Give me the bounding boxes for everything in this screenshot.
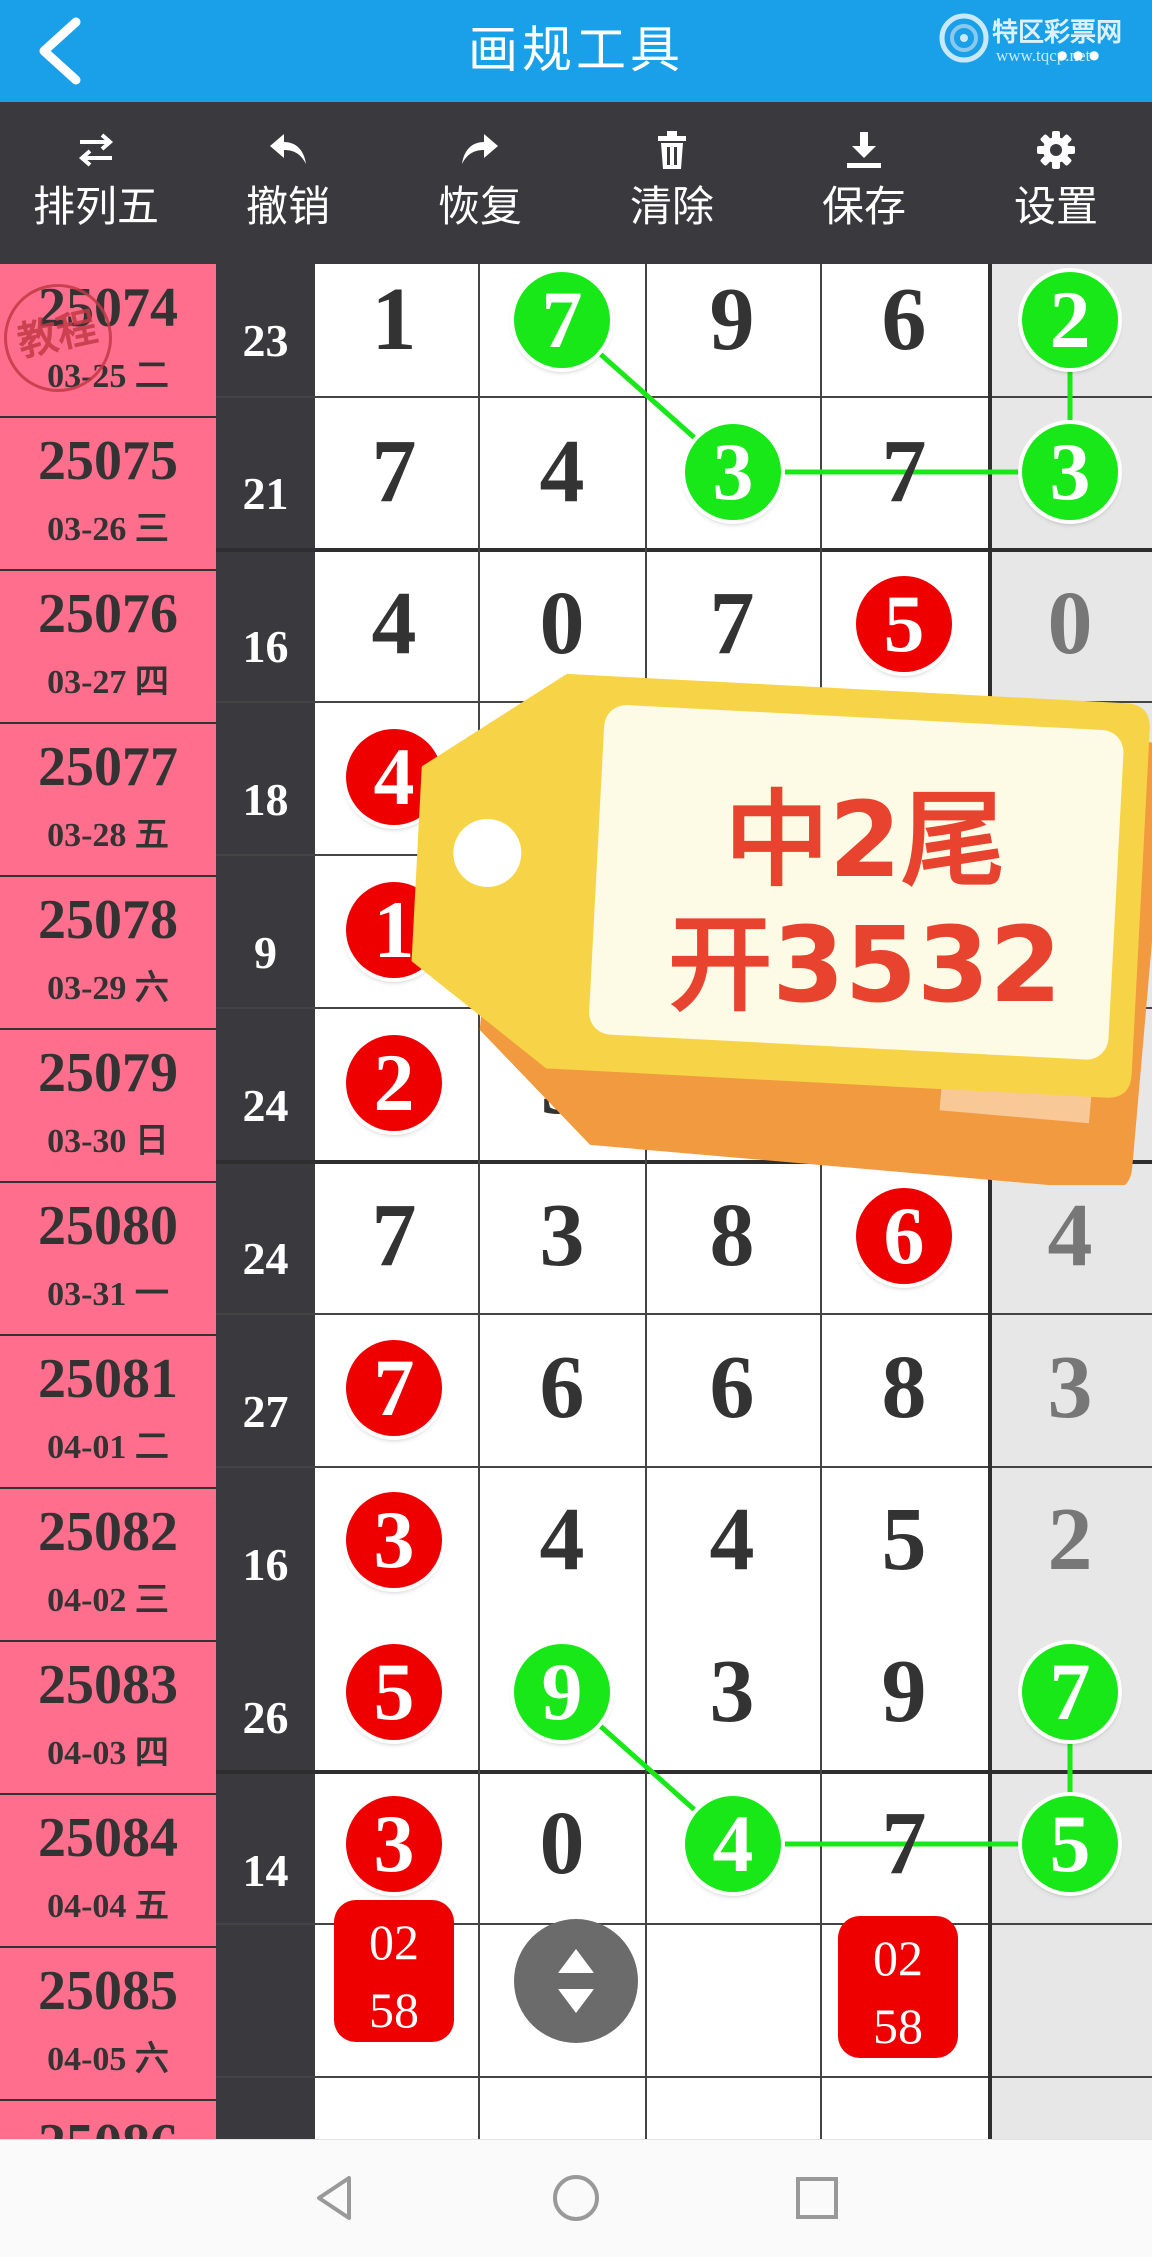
digit-cell[interactable]: 8	[844, 1328, 964, 1448]
digit-cell[interactable]: 3	[672, 1632, 792, 1752]
red-ball[interactable]: 6	[856, 1188, 952, 1284]
more-menu-icon[interactable]: •••	[1056, 39, 1104, 73]
digit-cell[interactable]: 1	[334, 264, 454, 380]
toolbar-label: 排列五	[32, 183, 159, 230]
clear-button[interactable]: 清除	[576, 102, 768, 264]
undo-button[interactable]: 撤销	[192, 102, 384, 264]
toolbar-lottery-type-button[interactable]: 排列五	[0, 102, 192, 264]
digit-cell[interactable]: 6	[502, 1328, 622, 1448]
redo-icon	[462, 134, 498, 164]
digit-cell[interactable]: 9	[672, 264, 792, 380]
digit-cell[interactable]: 7	[844, 1784, 964, 1904]
redo-button[interactable]: 恢复	[384, 102, 576, 264]
gear-icon	[1037, 131, 1075, 169]
green-ball[interactable]: 4	[685, 1796, 781, 1892]
toolbar-label: 保存	[821, 183, 906, 230]
trash-icon	[658, 131, 686, 169]
toolbar-label: 恢复	[437, 183, 522, 230]
red-ball[interactable]: 3	[346, 1796, 442, 1892]
title-bar: 画规工具 特区彩票网 www.tqcp.net •••	[0, 0, 1152, 102]
toolbar-label: 清除	[629, 183, 714, 230]
digit-cell[interactable]: 4	[672, 1480, 792, 1600]
prediction-line-1: 02	[873, 1930, 923, 1986]
prediction-box[interactable]: 02 58	[334, 1900, 454, 2042]
green-ball[interactable]: 7	[514, 272, 610, 368]
digit-cell[interactable]: 7	[334, 412, 454, 532]
digit-cell[interactable]: 5	[844, 1480, 964, 1600]
digit-cell[interactable]: 9	[844, 1632, 964, 1752]
up-down-arrow-icon	[558, 1949, 594, 2013]
swap-icon	[78, 133, 114, 167]
tail-digit[interactable]: 4	[1010, 1176, 1130, 1296]
digit-cell[interactable]: 6	[672, 1328, 792, 1448]
digit-cell[interactable]: 7	[334, 1176, 454, 1296]
prediction-line-1: 02	[369, 1914, 419, 1970]
green-ball[interactable]: 2	[1022, 272, 1118, 368]
drawing-grid[interactable]: 25074 03-25 二 25075 03-26 三 25076 03-27 四 2…	[0, 264, 1152, 2139]
green-ball[interactable]: 3	[1022, 424, 1118, 520]
digit-cell[interactable]: 0	[502, 1784, 622, 1904]
red-ball[interactable]: 7	[346, 1340, 442, 1436]
nav-back-icon[interactable]	[307, 2170, 363, 2226]
tag-text-line-2: 开3532	[668, 904, 1062, 1026]
red-ball[interactable]: 5	[346, 1644, 442, 1740]
watermark-logo-icon	[939, 13, 989, 63]
toolbar: 排列五 撤销 恢复 清除 保存 设置	[0, 102, 1152, 264]
nav-recent-icon[interactable]	[789, 2170, 845, 2226]
prediction-line-2: 58	[369, 1982, 419, 2038]
toolbar-label: 撤销	[245, 183, 330, 230]
save-button[interactable]: 保存	[768, 102, 960, 264]
red-ball[interactable]: 5	[856, 576, 952, 672]
download-icon	[847, 132, 881, 168]
nav-home-icon[interactable]	[548, 2170, 604, 2226]
undo-icon	[270, 134, 306, 164]
toolbar-label: 设置	[1013, 183, 1098, 230]
settings-button[interactable]: 设置	[960, 102, 1152, 264]
red-ball[interactable]: 3	[346, 1492, 442, 1588]
digit-cell[interactable]: 8	[672, 1176, 792, 1296]
green-ball[interactable]: 7	[1022, 1644, 1118, 1740]
digit-cell[interactable]: 4	[502, 1480, 622, 1600]
green-ball[interactable]: 5	[1022, 1796, 1118, 1892]
digit-cell[interactable]: 7	[844, 412, 964, 532]
scroll-toggle-button[interactable]	[514, 1919, 638, 2043]
tail-digit[interactable]: 3	[1010, 1328, 1130, 1448]
digit-cell[interactable]: 4	[502, 412, 622, 532]
prediction-box[interactable]: 02 58	[838, 1916, 958, 2058]
system-nav-bar	[0, 2139, 1152, 2257]
green-ball[interactable]: 3	[685, 424, 781, 520]
digit-cell[interactable]: 3	[502, 1176, 622, 1296]
digit-cell[interactable]: 6	[844, 264, 964, 380]
watermark: 特区彩票网 www.tqcp.net	[938, 12, 1138, 72]
prediction-line-2: 58	[873, 1998, 923, 2054]
green-ball[interactable]: 9	[514, 1644, 610, 1740]
tail-digit[interactable]: 2	[1010, 1480, 1130, 1600]
